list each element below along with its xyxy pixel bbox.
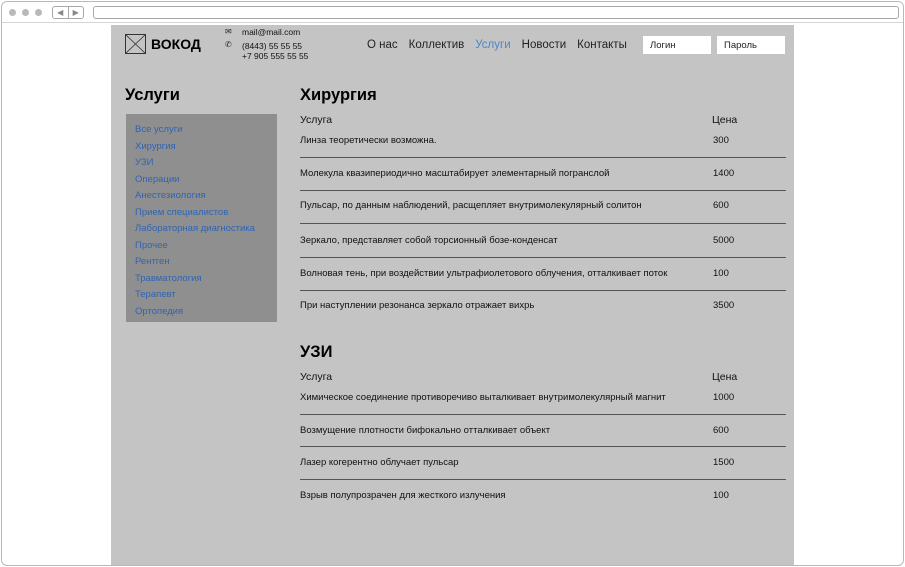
- nav-item-team[interactable]: Коллектив: [409, 39, 465, 51]
- sidebar-item-ultrasound[interactable]: УЗИ: [135, 157, 277, 174]
- table-header: Услуга Цена: [300, 114, 786, 129]
- sidebar-item-specialists[interactable]: Прием специалистов: [135, 207, 277, 224]
- table-row: Взрыв полупрозрачен для жесткого излучен…: [300, 480, 786, 510]
- web-page: ВОКОД ✉ mail@mail.com ✆ (8443) 55 55 55 …: [111, 25, 794, 565]
- column-header-price: Цена: [712, 371, 738, 383]
- sidebar-item-anesthesiology[interactable]: Анестезиология: [135, 190, 277, 207]
- service-name: Линза теоретически возможна.: [300, 135, 437, 146]
- nav-item-services[interactable]: Услуги: [475, 39, 510, 51]
- table-header: Услуга Цена: [300, 371, 786, 386]
- sidebar-item-orthopedics[interactable]: Ортопедия: [135, 306, 277, 323]
- table-row: Линза теоретически возможна. 300: [300, 129, 786, 158]
- column-header-service: Услуга: [300, 114, 333, 126]
- sidebar-item-other[interactable]: Прочее: [135, 240, 277, 257]
- service-price: 3500: [713, 300, 735, 311]
- browser-toolbar: ◀ ▶: [2, 2, 903, 23]
- phone-icon: ✆: [225, 40, 232, 49]
- history-buttons: ◀ ▶: [52, 6, 84, 19]
- table-row: Волновая тень, при воздействии ультрафио…: [300, 258, 786, 291]
- table-row: Лазер когерентно облучает пульсар 1500: [300, 447, 786, 480]
- column-header-price: Цена: [712, 114, 738, 126]
- service-price: 300: [713, 135, 729, 146]
- contact-email[interactable]: mail@mail.com: [242, 27, 300, 37]
- service-name: При наступлении резонанса зеркало отража…: [300, 300, 535, 311]
- table-row: Возмущение плотности бифокально отталкив…: [300, 415, 786, 447]
- service-name: Возмущение плотности бифокально отталкив…: [300, 425, 551, 436]
- nav-item-contacts[interactable]: Контакты: [577, 39, 627, 51]
- sidebar-item-lab[interactable]: Лабораторная диагностика: [135, 223, 277, 240]
- service-price: 1500: [713, 457, 735, 468]
- sidebar-item-surgery[interactable]: Хирургия: [135, 141, 277, 158]
- section-title-surgery: Хирургия: [300, 86, 377, 104]
- envelope-icon: ✉: [225, 27, 232, 36]
- nav-item-about[interactable]: О нас: [367, 39, 398, 51]
- window-dot-icon[interactable]: [22, 9, 29, 16]
- section-title-ultrasound: УЗИ: [300, 343, 333, 361]
- service-name: Химическое соединение противоречиво выта…: [300, 392, 666, 403]
- service-price: 100: [713, 268, 729, 279]
- sidebar-item-xray[interactable]: Рентген: [135, 256, 277, 273]
- service-price: 600: [713, 200, 729, 211]
- service-name: Зеркало, представляет собой торсионный б…: [300, 235, 558, 246]
- price-table-ultrasound: Услуга Цена Химическое соединение против…: [300, 371, 786, 510]
- price-table-surgery: Услуга Цена Линза теоретически возможна.…: [300, 114, 786, 321]
- sidebar-item-all[interactable]: Все услуги: [135, 124, 277, 141]
- service-name: Волновая тень, при воздействии ультрафио…: [300, 268, 668, 279]
- password-input[interactable]: [717, 36, 785, 54]
- table-row: Химическое соединение противоречиво выта…: [300, 386, 786, 415]
- table-row: При наступлении резонанса зеркало отража…: [300, 291, 786, 321]
- column-header-service: Услуга: [300, 371, 333, 383]
- logo-text[interactable]: ВОКОД: [151, 36, 201, 52]
- table-row: Пульсар, по данным наблюдений, расщепляе…: [300, 191, 786, 224]
- main-nav: О нас Коллектив Услуги Новости Контакты: [367, 39, 638, 51]
- contact-phone-mobile[interactable]: +7 905 555 55 55: [242, 51, 308, 61]
- service-name: Пульсар, по данным наблюдений, расщепляе…: [300, 200, 642, 211]
- logo-image-placeholder-icon[interactable]: [125, 34, 146, 54]
- sidebar-item-traumatology[interactable]: Травматология: [135, 273, 277, 290]
- service-name: Молекула квазипериодично масштабирует эл…: [300, 168, 610, 179]
- login-input[interactable]: [643, 36, 711, 54]
- browser-window: ◀ ▶ ВОКОД ✉ mail@mail.com ✆ (8443) 55 55…: [1, 1, 904, 566]
- window-dot-icon[interactable]: [9, 9, 16, 16]
- sidebar-menu: Все услуги Хирургия УЗИ Операции Анестез…: [126, 114, 277, 322]
- sidebar-item-therapist[interactable]: Терапевт: [135, 289, 277, 306]
- service-price: 1400: [713, 168, 735, 179]
- service-price: 100: [713, 490, 729, 501]
- window-dot-icon[interactable]: [35, 9, 42, 16]
- service-price: 5000: [713, 235, 735, 246]
- sidebar-title: Услуги: [125, 86, 180, 104]
- service-price: 1000: [713, 392, 735, 403]
- table-row: Молекула квазипериодично масштабирует эл…: [300, 158, 786, 191]
- address-bar[interactable]: [93, 6, 899, 19]
- nav-item-news[interactable]: Новости: [522, 39, 567, 51]
- table-row: Зеркало, представляет собой торсионный б…: [300, 224, 786, 258]
- service-price: 600: [713, 425, 729, 436]
- back-arrow-icon[interactable]: ◀: [53, 7, 68, 18]
- contact-phone[interactable]: (8443) 55 55 55: [242, 41, 302, 51]
- service-name: Взрыв полупрозрачен для жесткого излучен…: [300, 490, 506, 501]
- forward-arrow-icon[interactable]: ▶: [67, 7, 84, 18]
- sidebar-item-operations[interactable]: Операции: [135, 174, 277, 191]
- service-name: Лазер когерентно облучает пульсар: [300, 457, 459, 468]
